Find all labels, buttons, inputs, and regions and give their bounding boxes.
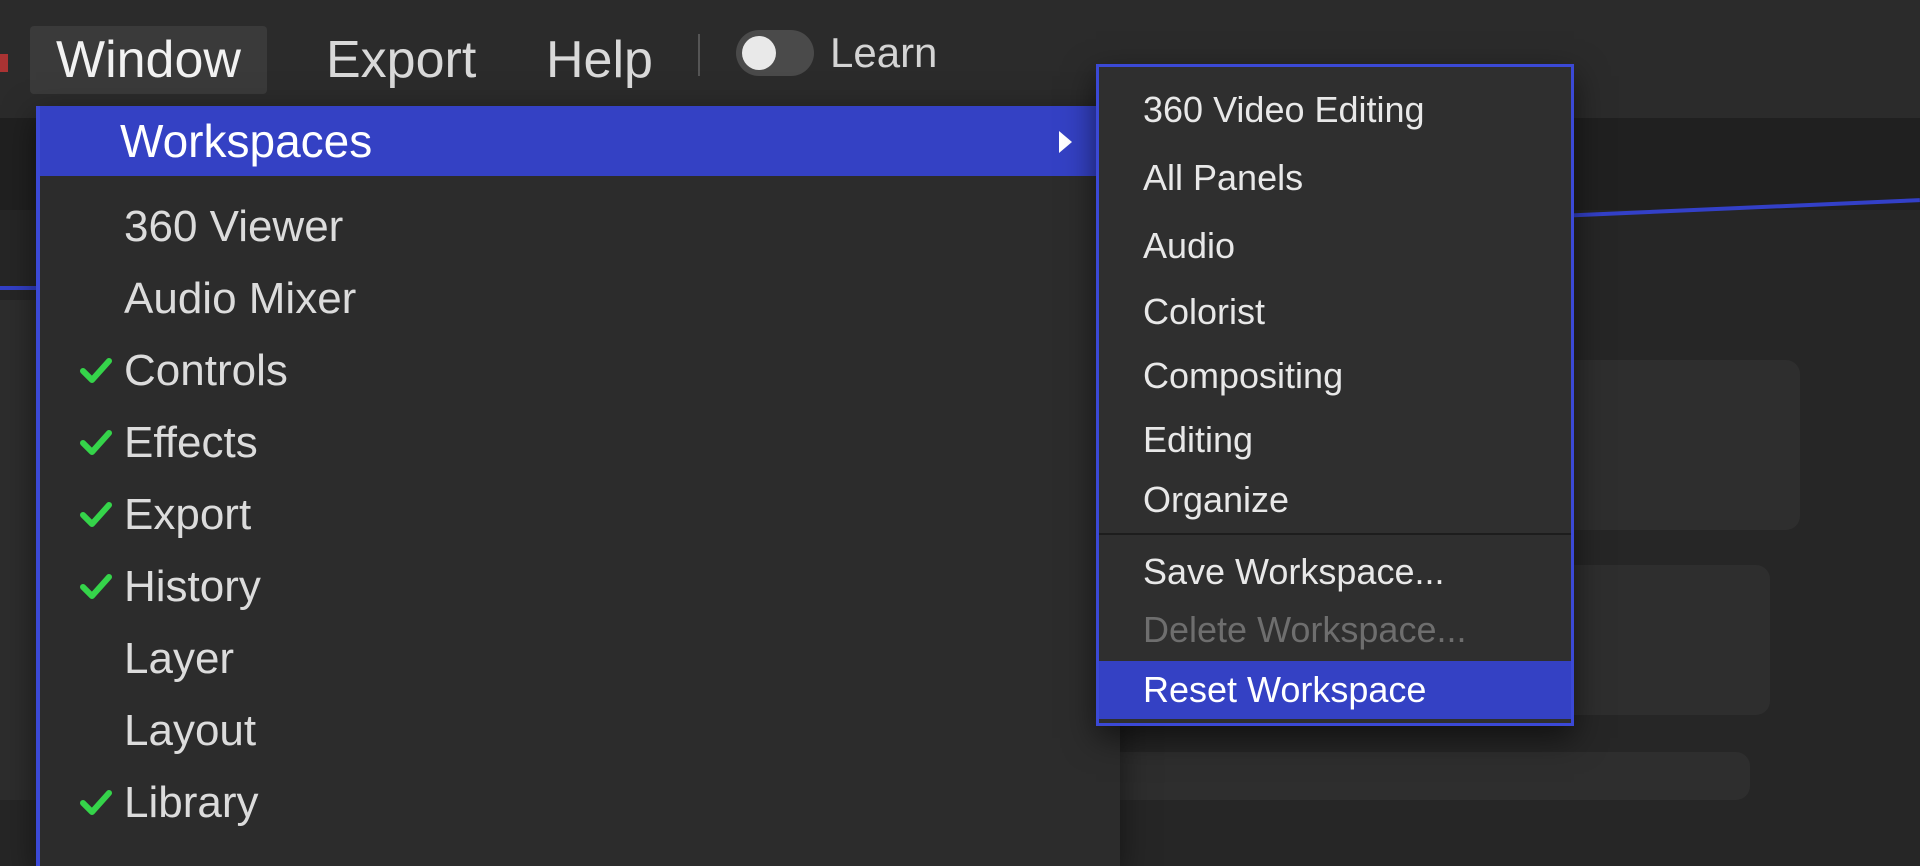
delete-workspace-item: Delete Workspace... [1099, 601, 1571, 659]
menu-item-label: Effects [124, 418, 258, 467]
menubar: Window Export Help Learn [0, 0, 1920, 118]
submenu-item-label: Colorist [1143, 291, 1266, 332]
workspace-compositing[interactable]: Compositing [1099, 347, 1571, 405]
checkmark-icon [80, 790, 112, 815]
menu-item-label: Library [124, 778, 259, 827]
menu-item-label: 360 Viewer [124, 202, 344, 251]
window-menu: Workspaces 360 Viewer Audio Mixer Contro… [36, 106, 1120, 866]
menu-item-label: Export [124, 490, 252, 539]
workspaces-submenu: 360 Video Editing All Panels Audio Color… [1096, 64, 1574, 726]
menu-item-label: Audio Mixer [124, 274, 357, 323]
workspace-360-video-editing[interactable]: 360 Video Editing [1099, 81, 1571, 139]
menubar-divider [698, 34, 700, 76]
checkmark-icon [80, 358, 112, 383]
background-panel-3 [1090, 752, 1750, 800]
learn-toggle[interactable] [736, 30, 814, 76]
menu-help[interactable]: Help [520, 26, 679, 94]
menu-item-label: Controls [124, 346, 288, 395]
submenu-item-label: 360 Video Editing [1143, 89, 1425, 130]
submenu-item-label: Organize [1143, 479, 1290, 520]
reset-workspace-item[interactable]: Reset Workspace [1099, 661, 1571, 719]
menu-item-effects[interactable]: Effects [40, 408, 1120, 478]
window-edge-marker [0, 54, 8, 72]
checkmark-icon [80, 574, 112, 599]
save-workspace-item[interactable]: Save Workspace... [1099, 543, 1571, 601]
workspace-all-panels[interactable]: All Panels [1099, 149, 1571, 207]
submenu-item-label: All Panels [1143, 157, 1304, 198]
submenu-item-label: Audio [1143, 225, 1236, 266]
menu-item-layer[interactable]: Layer [40, 624, 1120, 694]
menu-window[interactable]: Window [30, 26, 267, 94]
checkmark-icon [80, 502, 112, 527]
menu-item-library[interactable]: Library [40, 768, 1120, 838]
submenu-item-label: Delete Workspace... [1143, 609, 1467, 650]
menu-item-layout[interactable]: Layout [40, 696, 1120, 766]
learn-label: Learn [830, 29, 938, 76]
workspace-audio[interactable]: Audio [1099, 217, 1571, 275]
menu-item-audio-mixer[interactable]: Audio Mixer [40, 264, 1120, 334]
workspace-organize[interactable]: Organize [1099, 471, 1571, 529]
submenu-item-label: Save Workspace... [1143, 551, 1445, 592]
toggle-knob [742, 36, 776, 70]
menu-item-label: Layout [124, 706, 257, 755]
submenu-item-label: Reset Workspace [1143, 669, 1427, 710]
menu-item-360-viewer[interactable]: 360 Viewer [40, 192, 1120, 262]
submenu-arrow-icon [1059, 131, 1072, 153]
workspace-colorist[interactable]: Colorist [1099, 283, 1571, 341]
menu-item-label: Workspaces [120, 115, 373, 167]
menu-item-history[interactable]: History [40, 552, 1120, 622]
menu-item-label: History [124, 562, 261, 611]
submenu-item-label: Editing [1143, 419, 1254, 460]
menu-item-workspaces[interactable]: Workspaces [40, 106, 1120, 176]
submenu-item-label: Compositing [1143, 355, 1344, 396]
checkmark-icon [80, 430, 112, 455]
workspace-editing[interactable]: Editing [1099, 411, 1571, 469]
submenu-divider [1099, 533, 1571, 535]
menu-export[interactable]: Export [300, 26, 502, 94]
menu-item-controls[interactable]: Controls [40, 336, 1120, 406]
menu-item-label: Layer [124, 634, 235, 683]
menu-item-export[interactable]: Export [40, 480, 1120, 550]
